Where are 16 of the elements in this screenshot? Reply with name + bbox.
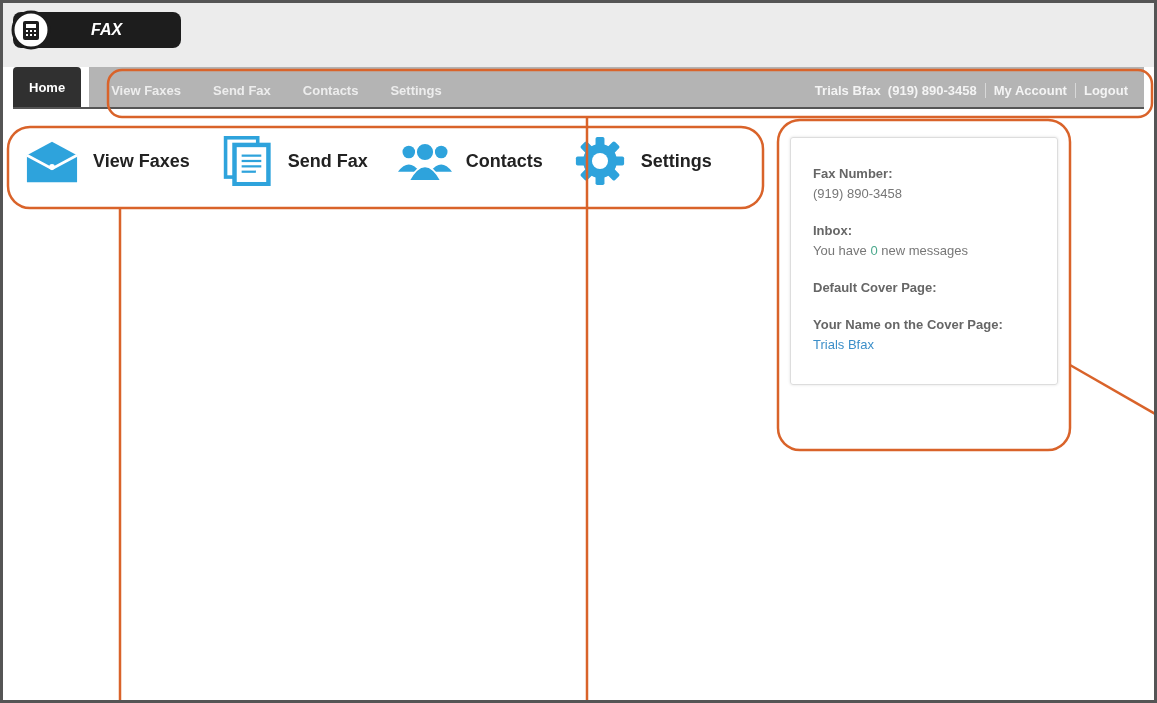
shortcut-button[interactable]: Contacts (397, 136, 543, 186)
nav-tab[interactable]: Home (13, 67, 82, 107)
nav-link[interactable]: My Account (984, 82, 1075, 98)
user-info: Trials Bfax (919) 890-3458 (814, 82, 978, 98)
shortcut-button[interactable]: Send Fax (219, 136, 368, 186)
info-label: Default Cover Page: (813, 280, 938, 295)
info-label: Fax Number: (813, 166, 894, 181)
inbox-message: You have 0 new messages (813, 243, 969, 258)
shortcut-button[interactable]: Settings (572, 136, 712, 186)
nav-link[interactable]: Logout (1074, 82, 1136, 98)
logo-title: FAX (91, 21, 123, 39)
info-link[interactable]: Trials Bfax (813, 337, 874, 352)
info-value: (919) 890-3458 (813, 186, 903, 201)
info-label: Your Name on the Cover Page: (813, 317, 1004, 332)
shortcut-button[interactable]: View Faxes (25, 136, 190, 186)
info-label: Inbox: (813, 223, 853, 238)
